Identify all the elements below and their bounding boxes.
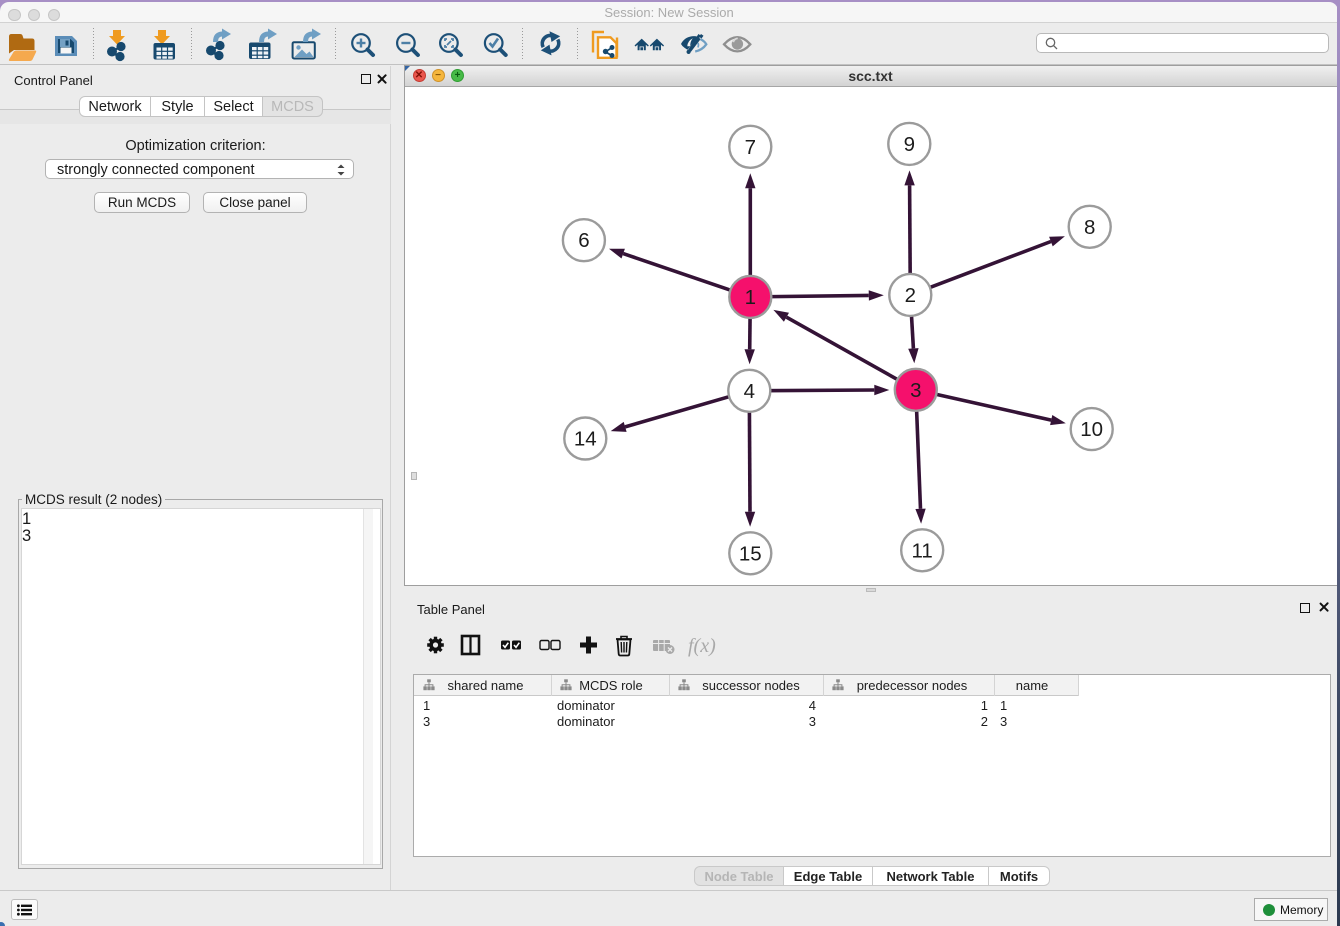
svg-text:10: 10 bbox=[1080, 418, 1103, 441]
svg-text:3: 3 bbox=[910, 379, 921, 402]
svg-text:8: 8 bbox=[1084, 216, 1095, 239]
svg-text:f(x): f(x) bbox=[688, 635, 716, 657]
svg-text:14: 14 bbox=[574, 428, 597, 451]
svg-text:2: 2 bbox=[905, 284, 916, 307]
svg-text:1: 1 bbox=[745, 286, 756, 309]
svg-text:4: 4 bbox=[744, 380, 755, 403]
svg-text:11: 11 bbox=[912, 539, 933, 562]
svg-text:6: 6 bbox=[578, 229, 589, 252]
svg-text:9: 9 bbox=[904, 133, 915, 156]
svg-text:7: 7 bbox=[745, 136, 756, 159]
svg-text:15: 15 bbox=[739, 542, 762, 565]
